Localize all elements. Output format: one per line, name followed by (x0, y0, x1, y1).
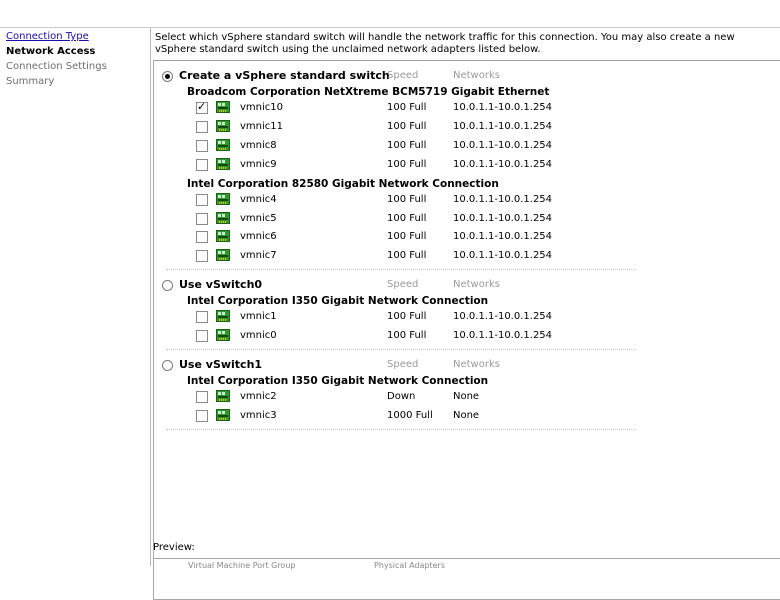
network-adapter-icon (216, 390, 230, 402)
nic-networks: 10.0.1.1-10.0.1.254 (453, 193, 553, 205)
network-adapter-icon (216, 408, 230, 421)
nic-name: vmnic8 (240, 139, 277, 151)
nic-networks: None (453, 391, 480, 402)
nic-row[interactable]: vmnic8 100 Full 10.0.1.1-10.0.1.254 (154, 137, 754, 155)
nic-row[interactable]: vmnic1 100 Full 10.0.1.1-10.0.1.254 (154, 308, 754, 326)
nic-speed: 100 Full (387, 330, 427, 342)
nic-row[interactable]: vmnic4 100 Full 10.0.1.1-10.0.1.254 (154, 191, 754, 209)
preview-box: Virtual Machine Port Group Physical Adap… (153, 558, 780, 600)
nic-speed: 100 Full (387, 193, 427, 205)
main-content: Select which vSphere standard switch wil… (150, 28, 780, 600)
nic-speed: 1000 Full (387, 409, 433, 421)
group-separator (166, 428, 636, 430)
nic-name: vmnic2 (240, 391, 277, 402)
nic-row[interactable]: vmnic3 1000 Full None (154, 407, 754, 425)
nic-checkbox[interactable] (196, 193, 208, 206)
nic-name: vmnic0 (240, 330, 277, 342)
nic-checkbox[interactable] (196, 231, 208, 244)
nic-name: vmnic3 (240, 409, 277, 421)
nic-speed: 100 Full (387, 120, 427, 132)
nic-row[interactable]: vmnic9 100 Full 10.0.1.1-10.0.1.254 (154, 156, 754, 174)
wizard-steps: Connection Type Network Access Connectio… (0, 28, 150, 566)
nic-checkbox[interactable] (196, 391, 208, 403)
nic-name: vmnic6 (240, 231, 277, 243)
network-adapter-icon (216, 138, 230, 151)
nic-speed: 100 Full (387, 212, 427, 224)
nic-speed: 100 Full (387, 231, 427, 243)
nic-row[interactable]: vmnic5 100 Full 10.0.1.1-10.0.1.254 (154, 210, 754, 228)
nic-name: vmnic4 (240, 193, 277, 205)
nic-row[interactable]: vmnic7 100 Full 10.0.1.1-10.0.1.254 (154, 247, 754, 265)
switch-radio[interactable] (162, 280, 173, 292)
switch-radio[interactable] (162, 360, 173, 371)
network-adapter-icon (216, 310, 230, 323)
nic-networks: None (453, 409, 480, 421)
nic-row[interactable]: vmnic0 100 Full 10.0.1.1-10.0.1.254 (154, 327, 754, 345)
nic-networks: 10.0.1.1-10.0.1.254 (453, 330, 553, 342)
group-separator (166, 269, 636, 271)
nic-checkbox[interactable] (196, 120, 208, 133)
nic-checkbox[interactable] (196, 158, 208, 171)
nic-networks: 10.0.1.1-10.0.1.254 (453, 139, 553, 151)
network-adapter-icon (216, 192, 230, 205)
nic-networks: 10.0.1.1-10.0.1.254 (453, 102, 553, 113)
nic-speed: 100 Full (387, 102, 427, 113)
nic-checkbox[interactable] (196, 409, 208, 422)
network-adapter-icon (216, 211, 230, 224)
nic-name: vmnic11 (240, 120, 283, 132)
nic-row[interactable]: vmnic2 Down None (154, 388, 754, 406)
switch-selection-panel: Create a vSphere standard switch Speed Net… (153, 60, 780, 562)
nic-checkbox[interactable] (196, 330, 208, 343)
nic-name: vmnic5 (240, 212, 277, 224)
nic-checkbox[interactable] (196, 212, 208, 225)
network-adapter-icon (216, 101, 230, 113)
nic-speed: 100 Full (387, 250, 427, 262)
network-adapter-icon (216, 119, 230, 132)
nic-networks: 10.0.1.1-10.0.1.254 (453, 212, 553, 224)
network-adapter-icon (216, 230, 230, 243)
nic-name: vmnic9 (240, 158, 277, 170)
nic-name: vmnic1 (240, 311, 277, 323)
nic-speed: 100 Full (387, 158, 427, 170)
nic-row[interactable]: vmnic6 100 Full 10.0.1.1-10.0.1.254 (154, 228, 754, 246)
nic-networks: 10.0.1.1-10.0.1.254 (453, 250, 553, 262)
step-connection-type[interactable]: Connection Type (6, 31, 89, 42)
nic-checkbox[interactable] (196, 98, 208, 116)
group-separator (166, 349, 636, 350)
nic-speed: Down (387, 391, 416, 402)
nic-row[interactable]: vmnic11 100 Full 10.0.1.1-10.0.1.254 (154, 118, 754, 136)
nic-networks: 10.0.1.1-10.0.1.254 (453, 231, 553, 243)
top-band (0, 0, 780, 28)
network-adapter-icon (216, 329, 230, 342)
nic-networks: 10.0.1.1-10.0.1.254 (453, 158, 553, 170)
nic-networks: 10.0.1.1-10.0.1.254 (453, 311, 553, 323)
nic-checkbox[interactable] (196, 250, 208, 263)
network-adapter-icon (216, 249, 230, 262)
nic-checkbox[interactable] (196, 311, 208, 324)
nic-speed: 100 Full (387, 139, 427, 151)
nic-speed: 100 Full (387, 311, 427, 323)
step-network-access: Network Access (6, 46, 96, 57)
switch-radio[interactable] (162, 71, 173, 82)
preview-label: Preview: (153, 542, 195, 553)
nic-name: vmnic7 (240, 250, 277, 262)
nic-name: vmnic10 (240, 102, 283, 113)
network-adapter-icon (216, 157, 230, 170)
nic-row[interactable]: vmnic10 100 Full 10.0.1.1-10.0.1.254 (154, 98, 754, 117)
nic-networks: 10.0.1.1-10.0.1.254 (453, 120, 553, 132)
step-summary: Summary (6, 76, 55, 87)
instructions-text: Select which vSphere standard switch wil… (155, 32, 735, 55)
nic-checkbox[interactable] (196, 139, 208, 152)
step-connection-settings: Connection Settings (6, 61, 107, 72)
